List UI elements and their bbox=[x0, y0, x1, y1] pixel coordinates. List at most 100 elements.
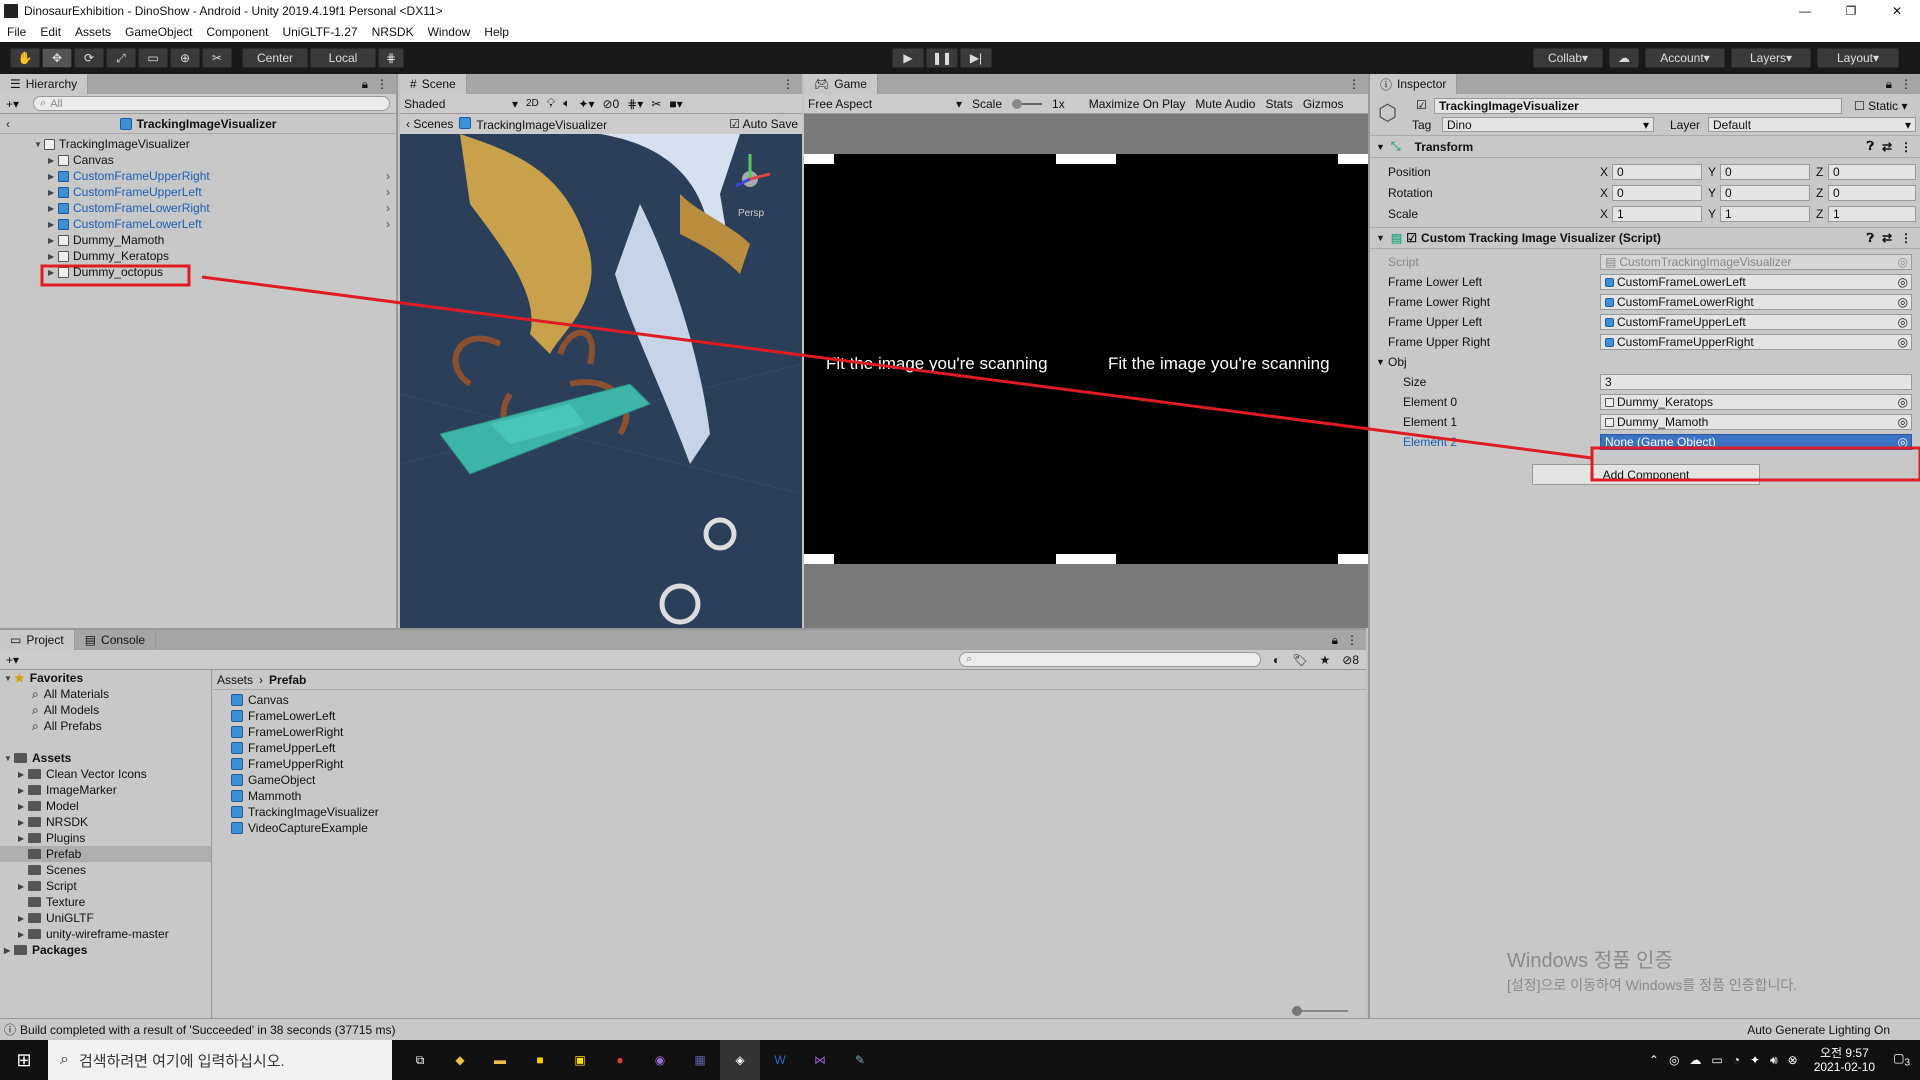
slider-knob[interactable] bbox=[1012, 98, 1023, 109]
mute-audio-toggle[interactable]: Mute Audio bbox=[1195, 97, 1255, 111]
folder-item[interactable]: ▶ Clean Vector Icons bbox=[0, 766, 211, 782]
tab-console[interactable]: ▤ Console bbox=[74, 630, 157, 650]
search-by-label-icon[interactable]: 🏷︎ bbox=[1292, 653, 1307, 667]
network-icon[interactable]: ◔ bbox=[1733, 1053, 1740, 1067]
favorite-item-models[interactable]: ⌕ All Models bbox=[0, 702, 211, 718]
collapsed-arrow-icon[interactable]: ▶ bbox=[48, 268, 58, 277]
foldout-arrow-icon[interactable]: ▼ bbox=[1376, 357, 1388, 367]
game-viewport[interactable]: Fit the image you're scanning Fit the im… bbox=[804, 154, 1368, 564]
frame-upper-right-field[interactable]: CustomFrameUpperRight ◎ bbox=[1600, 334, 1912, 350]
kakaotalk-icon[interactable]: ▣ bbox=[560, 1040, 600, 1080]
object-picker-icon[interactable]: ◎ bbox=[1898, 395, 1908, 409]
transform-header[interactable]: ▼ ⤡ Transform ❓︎ ⇄ ⋮ bbox=[1370, 136, 1920, 158]
tab-inspector[interactable]: ⓘ Inspector bbox=[1370, 74, 1458, 94]
favorite-item-materials[interactable]: ⌕ All Materials bbox=[0, 686, 211, 702]
menu-file[interactable]: File bbox=[7, 25, 26, 39]
move-tool-icon[interactable]: ✥ bbox=[42, 48, 72, 68]
component-enabled-checkbox[interactable]: ☑ bbox=[1406, 231, 1417, 245]
collab-button[interactable]: Collab ▾ bbox=[1533, 48, 1603, 68]
grid-icon[interactable]: ⋕▾ bbox=[627, 97, 643, 111]
minimize-icon[interactable]: — bbox=[1782, 0, 1828, 22]
scale-z-field[interactable]: 1 bbox=[1828, 205, 1916, 222]
language-icon[interactable]: ⊗ bbox=[1788, 1053, 1798, 1067]
audio-icon[interactable]: 🔈︎ bbox=[563, 96, 570, 111]
object-picker-icon[interactable]: ◎ bbox=[1898, 295, 1908, 309]
position-z-field[interactable]: 0 bbox=[1828, 163, 1916, 180]
panel-menu-icon[interactable]: ⋮ bbox=[1346, 633, 1358, 647]
rotation-z-field[interactable]: 0 bbox=[1828, 184, 1916, 201]
tab-hierarchy[interactable]: ☰ Hierarchy bbox=[0, 74, 89, 94]
hierarchy-item-octopus[interactable]: ▶ Dummy_octopus bbox=[0, 264, 396, 280]
collapsed-arrow-icon[interactable]: ▶ bbox=[18, 818, 28, 827]
mode-2d-toggle[interactable]: 2D bbox=[526, 98, 539, 109]
menu-component[interactable]: Component bbox=[206, 25, 268, 39]
custom-tool-icon[interactable]: ✂ bbox=[202, 48, 232, 68]
folder-item[interactable]: ▶ ImageMarker bbox=[0, 782, 211, 798]
onedrive-icon[interactable]: ☁ bbox=[1689, 1053, 1701, 1067]
folder-item[interactable]: ▶ Script bbox=[0, 878, 211, 894]
maximize-icon[interactable]: ❐ bbox=[1828, 0, 1874, 22]
menu-unigltf[interactable]: UniGLTF-1.27 bbox=[282, 25, 357, 39]
asset-item[interactable]: FrameLowerRight bbox=[231, 724, 1366, 740]
close-icon[interactable]: ✕ bbox=[1874, 0, 1920, 22]
panel-menu-icon[interactable]: ⋮ bbox=[376, 77, 388, 91]
project-search-input[interactable]: ⌕ bbox=[959, 652, 1262, 667]
folder-item[interactable]: ▶ Model bbox=[0, 798, 211, 814]
hierarchy-item-root[interactable]: ▼ TrackingImageVisualizer bbox=[0, 136, 396, 152]
camera-icon[interactable]: ■▾ bbox=[669, 97, 682, 111]
packages-header[interactable]: ▶ Packages bbox=[0, 942, 211, 958]
notification-icon[interactable]: ▢3 bbox=[1893, 1051, 1910, 1068]
rotate-tool-icon[interactable]: ⟳ bbox=[74, 48, 104, 68]
create-plus-icon[interactable]: +▾ bbox=[6, 653, 19, 667]
hierarchy-item-upper-right[interactable]: ▶ CustomFrameUpperRight › bbox=[0, 168, 396, 184]
collapsed-arrow-icon[interactable]: ▶ bbox=[48, 172, 58, 181]
expanded-arrow-icon[interactable]: ▼ bbox=[4, 674, 14, 683]
collapsed-arrow-icon[interactable]: ▶ bbox=[18, 770, 28, 779]
hidden-objects-toggle[interactable]: ⊘0 bbox=[602, 97, 619, 111]
position-y-field[interactable]: 0 bbox=[1720, 163, 1810, 180]
step-button[interactable]: ▶| bbox=[960, 48, 992, 68]
hierarchy-item-lower-left[interactable]: ▶ CustomFrameLowerLeft › bbox=[0, 216, 396, 232]
task-view-icon[interactable]: ⧉ bbox=[400, 1040, 440, 1080]
windows-start-icon[interactable]: ⊞ bbox=[0, 1040, 48, 1080]
object-picker-icon[interactable]: ◎ bbox=[1898, 335, 1908, 349]
pivot-center-button[interactable]: Center bbox=[242, 48, 308, 68]
collapsed-arrow-icon[interactable]: ▶ bbox=[4, 946, 14, 955]
dropbox-icon[interactable]: ✦ bbox=[1750, 1053, 1760, 1067]
rect-tool-icon[interactable]: ▭ bbox=[138, 48, 168, 68]
expanded-arrow-icon[interactable]: ▼ bbox=[34, 140, 44, 149]
element-0-field[interactable]: Dummy_Keratops ◎ bbox=[1600, 394, 1912, 410]
object-picker-icon[interactable]: ◎ bbox=[1898, 315, 1908, 329]
folder-item[interactable]: ▶ NRSDK bbox=[0, 814, 211, 830]
asset-item[interactable]: VideoCaptureExample bbox=[231, 820, 1366, 836]
folder-item[interactable]: ▶ UniGLTF bbox=[0, 910, 211, 926]
maximize-on-play-toggle[interactable]: Maximize On Play bbox=[1089, 97, 1186, 111]
scene-viewport[interactable]: Persp bbox=[400, 134, 802, 628]
transform-tool-icon[interactable]: ⊕ bbox=[170, 48, 200, 68]
hidden-packages-toggle[interactable]: ⊘8 bbox=[1342, 653, 1359, 667]
object-picker-icon[interactable]: ◎ bbox=[1898, 275, 1908, 289]
collapsed-arrow-icon[interactable]: ▶ bbox=[48, 156, 58, 165]
folder-item[interactable]: Texture bbox=[0, 894, 211, 910]
scale-x-field[interactable]: 1 bbox=[1612, 205, 1702, 222]
asset-item[interactable]: FrameUpperRight bbox=[231, 756, 1366, 772]
rotation-x-field[interactable]: 0 bbox=[1612, 184, 1702, 201]
layer-dropdown[interactable]: Default ▾ bbox=[1708, 117, 1916, 132]
sticky-notes-icon[interactable]: ■ bbox=[520, 1040, 560, 1080]
lighting-icon[interactable]: 💡︎ bbox=[547, 96, 555, 111]
preset-icon[interactable]: ⇄ bbox=[1882, 140, 1892, 154]
teams-icon[interactable]: ▦ bbox=[680, 1040, 720, 1080]
scale-y-field[interactable]: 1 bbox=[1720, 205, 1810, 222]
taskbar-search-input[interactable]: ⌕ 검색하려면 여기에 입력하십시오. bbox=[48, 1040, 392, 1080]
active-checkbox[interactable]: ☑ bbox=[1416, 98, 1427, 112]
hierarchy-item-keratops[interactable]: ▶ Dummy_Keratops bbox=[0, 248, 396, 264]
frame-lower-right-field[interactable]: CustomFrameLowerRight ◎ bbox=[1600, 294, 1912, 310]
puzzle-app-icon[interactable]: ◆ bbox=[440, 1040, 480, 1080]
favorite-item-prefabs[interactable]: ⌕ All Prefabs bbox=[0, 718, 211, 734]
volume-icon[interactable]: 🔊︎ bbox=[1770, 1053, 1778, 1068]
position-x-field[interactable]: 0 bbox=[1612, 163, 1702, 180]
collapsed-arrow-icon[interactable]: ▶ bbox=[18, 786, 28, 795]
paint-app-icon[interactable]: ✎ bbox=[840, 1040, 880, 1080]
tools-icon[interactable]: ✂ bbox=[651, 97, 661, 111]
panel-menu-icon[interactable]: ⋮ bbox=[1348, 77, 1360, 91]
